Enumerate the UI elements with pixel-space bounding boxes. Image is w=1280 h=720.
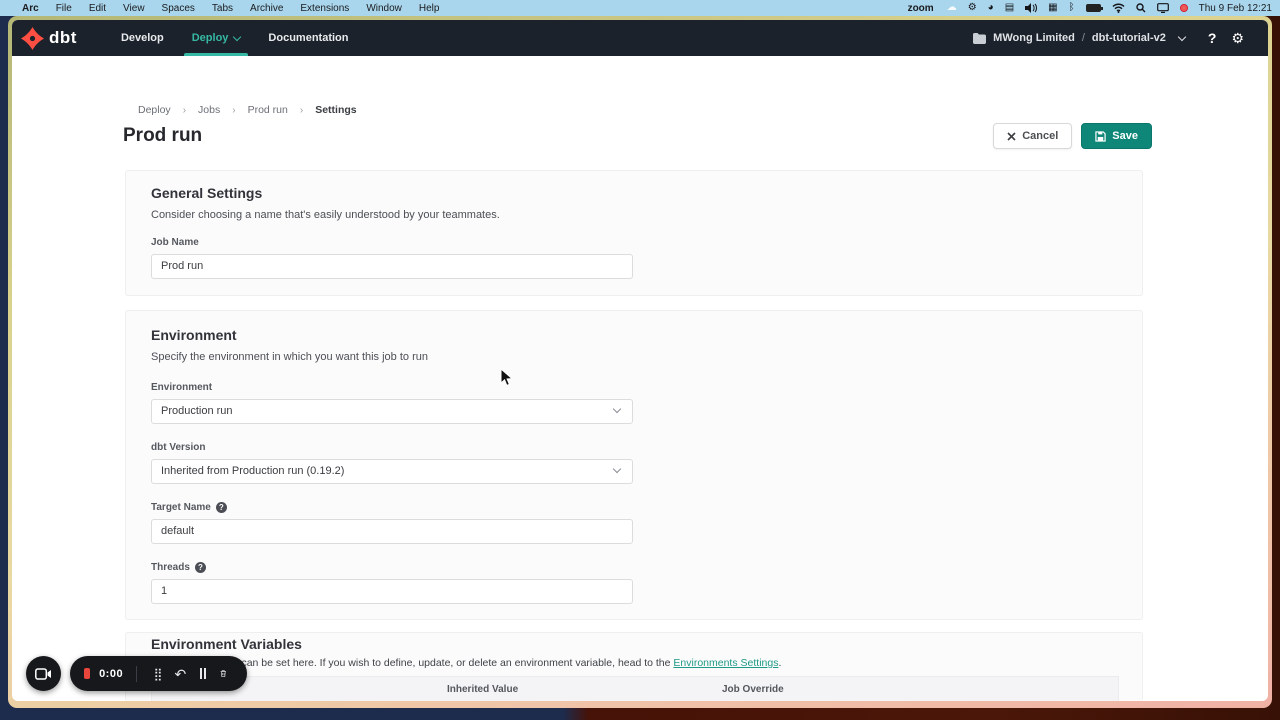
window-status-icon[interactable]: ▦ [1048, 3, 1057, 13]
cancel-button[interactable]: Cancel [993, 123, 1072, 149]
zoom-menu-item[interactable]: zoom [908, 3, 934, 14]
env-vars-table-header: Inherited Value Job Override [151, 676, 1119, 701]
display-icon[interactable] [1157, 3, 1169, 13]
nav-documentation[interactable]: Documentation [254, 20, 362, 56]
close-icon [1007, 132, 1016, 141]
cloud-icon[interactable]: ☁ [947, 3, 957, 13]
breadcrumb: Deploy › Jobs › Prod run › Settings [138, 104, 357, 116]
job-name-input[interactable]: Prod run [151, 254, 633, 279]
app-nav: Develop Deploy Documentation [107, 20, 363, 56]
breadcrumb-settings: Settings [315, 104, 356, 116]
help-icon[interactable]: ? [1208, 30, 1217, 46]
menu-file[interactable]: File [56, 3, 72, 14]
help-circle-icon[interactable]: ? [216, 502, 227, 513]
menu-edit[interactable]: Edit [89, 3, 106, 14]
recording-toolbar: 0:00 ⣿ ↶ [70, 656, 247, 691]
pause-icon[interactable] [200, 668, 206, 679]
account-switcher[interactable]: MWong Limited / dbt-tutorial-v2 [973, 32, 1185, 44]
job-name-label: Job Name [151, 237, 199, 248]
environment-card: Environment Specify the environment in w… [125, 310, 1143, 620]
save-icon [1095, 131, 1106, 142]
app-status-icon[interactable]: ▤ [1005, 3, 1014, 13]
page-title: Prod run [123, 125, 202, 147]
menu-window[interactable]: Window [366, 3, 402, 14]
undo-icon[interactable]: ↶ [174, 667, 186, 681]
dbt-logo-icon [21, 27, 44, 50]
search-icon[interactable] [1136, 3, 1146, 13]
camera-button[interactable] [26, 656, 61, 691]
account-name: MWong Limited [993, 32, 1075, 44]
volume-icon[interactable] [1025, 3, 1037, 13]
environment-description: Specify the environment in which you wan… [151, 351, 428, 363]
dbt-logo-text: dbt [49, 28, 77, 48]
column-inherited-value: Inherited Value [447, 684, 518, 695]
chevron-down-icon [613, 405, 621, 413]
settings-gear-icon[interactable]: ⚙ [1231, 30, 1244, 47]
trash-icon[interactable] [220, 667, 227, 680]
menu-extensions[interactable]: Extensions [300, 3, 349, 14]
general-settings-description: Consider choosing a name that's easily u… [151, 209, 500, 221]
app-header-right: MWong Limited / dbt-tutorial-v2 ? ⚙ [973, 30, 1268, 47]
toolbar-divider [136, 666, 137, 682]
environments-settings-link[interactable]: Environments Settings [673, 657, 778, 669]
environment-select-label: Environment [151, 382, 212, 393]
environment-variables-title: Environment Variables [151, 636, 302, 652]
general-settings-title: General Settings [151, 185, 262, 201]
stop-recording-button[interactable] [84, 668, 90, 679]
wifi-icon[interactable] [1112, 3, 1125, 13]
breadcrumb-separator: › [300, 105, 303, 116]
help-circle-icon[interactable]: ? [195, 562, 206, 573]
browser-window: dbt Develop Deploy Documentation MWong L… [8, 16, 1272, 708]
target-name-input[interactable]: default [151, 519, 633, 544]
video-camera-icon [35, 668, 52, 680]
environment-select[interactable]: Production run [151, 399, 633, 424]
menu-spaces[interactable]: Spaces [162, 3, 195, 14]
clock-status-icon[interactable]: ◕ [988, 3, 994, 13]
action-buttons: Cancel Save [993, 123, 1152, 149]
menu-tabs[interactable]: Tabs [212, 3, 233, 14]
chevron-down-icon [613, 465, 621, 473]
battery-icon[interactable] [1086, 4, 1101, 12]
threads-input[interactable]: 1 [151, 579, 633, 604]
target-name-label: Target Name? [151, 502, 227, 513]
menu-view[interactable]: View [123, 3, 145, 14]
dbt-cloud-page: dbt Develop Deploy Documentation MWong L… [12, 20, 1268, 701]
dbt-app-header: dbt Develop Deploy Documentation MWong L… [12, 20, 1268, 56]
dbt-version-select[interactable]: Inherited from Production run (0.19.2) [151, 459, 633, 484]
recording-timer: 0:00 [99, 668, 123, 680]
save-button[interactable]: Save [1081, 123, 1152, 149]
general-settings-card: General Settings Consider choosing a nam… [125, 170, 1143, 296]
menu-archive[interactable]: Archive [250, 3, 283, 14]
breadcrumb-separator: › [183, 105, 186, 116]
breadcrumb-prod-run[interactable]: Prod run [248, 104, 288, 116]
screen-recording-indicator[interactable] [1180, 4, 1188, 12]
desktop: Arc File Edit View Spaces Tabs Archive E… [0, 0, 1280, 720]
grid-pointer-icon[interactable]: ⣿ [154, 668, 163, 680]
dbt-version-label: dbt Version [151, 442, 205, 453]
environment-title: Environment [151, 327, 237, 343]
menubar-clock: Thu 9 Feb 12:21 [1199, 3, 1272, 14]
macos-menubar: Arc File Edit View Spaces Tabs Archive E… [0, 0, 1280, 16]
breadcrumb-deploy[interactable]: Deploy [138, 104, 171, 116]
menu-help[interactable]: Help [419, 3, 440, 14]
column-job-override: Job Override [722, 684, 784, 695]
threads-label: Threads? [151, 562, 206, 573]
menu-arc[interactable]: Arc [22, 3, 39, 14]
environment-variables-card: Environment Variables Job level override… [125, 632, 1143, 701]
dbt-logo[interactable]: dbt [21, 27, 77, 50]
chevron-down-icon [1178, 32, 1186, 40]
account-slash: / [1082, 32, 1085, 44]
breadcrumb-jobs[interactable]: Jobs [198, 104, 220, 116]
chevron-down-icon [233, 32, 241, 40]
bluetooth-icon[interactable]: ᛒ [1069, 3, 1075, 13]
folder-icon [973, 33, 986, 44]
nav-deploy[interactable]: Deploy [178, 20, 255, 56]
project-name: dbt-tutorial-v2 [1092, 32, 1166, 44]
nav-develop[interactable]: Develop [107, 20, 178, 56]
gear-status-icon[interactable]: ⚙ [968, 3, 977, 13]
breadcrumb-separator: › [232, 105, 235, 116]
